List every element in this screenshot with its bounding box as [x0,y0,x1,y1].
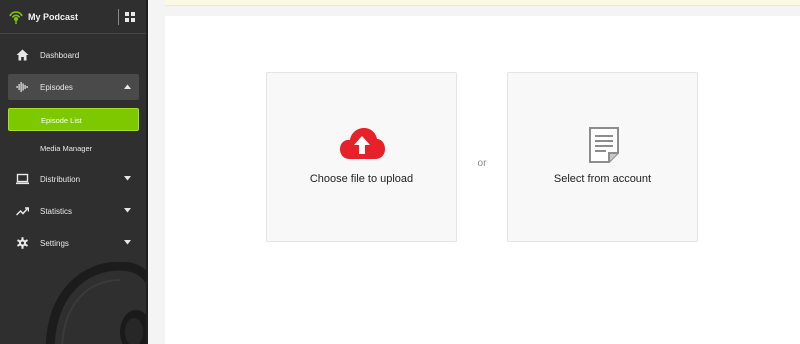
sidebar-subitem-episode-list[interactable]: Episode List [8,108,139,131]
sidebar-item-label: Statistics [40,207,73,216]
chevron-down-icon [124,208,131,213]
document-icon [589,127,619,163]
sidebar-item-label: Distribution [40,175,81,184]
home-icon [16,49,29,61]
laptop-icon [16,173,29,185]
upload-file-card[interactable]: Choose file to upload [266,72,457,242]
gear-icon [16,237,29,249]
upload-panel [165,16,800,344]
sidebar-border [146,0,148,344]
sidebar-item-settings[interactable]: Settings [8,230,139,256]
cloud-upload-icon [340,128,385,159]
sidebar-item-label: Settings [40,239,69,248]
sidebar-item-dashboard[interactable]: Dashboard [8,42,139,68]
notice-bar [165,0,800,6]
select-from-account-label: Select from account [553,173,652,185]
sidebar-item-statistics[interactable]: Statistics [8,198,139,224]
sidebar-item-episodes[interactable]: Episodes [8,74,139,100]
trending-up-icon [16,207,29,216]
apps-grid-icon[interactable] [125,12,135,22]
choose-file-label: Choose file to upload [309,173,414,185]
sidebar-item-label: Episode List [41,116,82,125]
chevron-down-icon [124,240,131,245]
or-separator: or [477,158,487,169]
headphones-icon [45,262,148,344]
select-from-account-card[interactable]: Select from account [507,72,698,242]
podcast-logo-icon [9,10,23,24]
brand-header: My Podcast [0,0,148,34]
brand-divider [118,9,119,25]
chevron-down-icon [124,176,131,181]
chevron-up-icon [124,84,131,89]
sidebar-item-distribution[interactable]: Distribution [8,166,139,192]
sidebar-item-label: Episodes [40,83,73,92]
sidebar-item-label: Media Manager [40,144,93,153]
podcast-name[interactable]: My Podcast [28,12,78,22]
sidebar: My Podcast Dashboard Episodes Episode Li… [0,0,148,344]
sidebar-item-label: Dashboard [40,51,80,60]
sidebar-subitem-media-manager[interactable]: Media Manager [8,137,139,160]
waveform-icon [16,82,28,92]
